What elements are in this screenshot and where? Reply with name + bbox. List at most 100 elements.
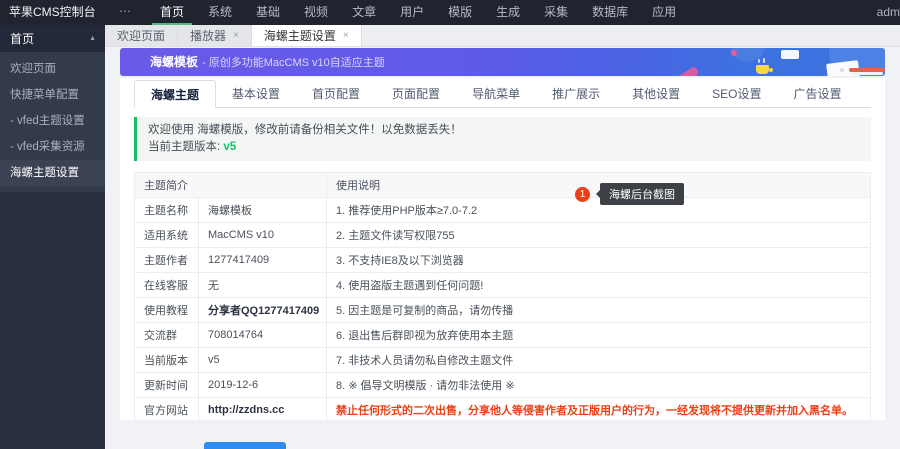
row-value: 708014764 <box>199 323 327 348</box>
sidebar-item[interactable]: 海螺主题设置 <box>0 160 105 186</box>
sidebar-item[interactable]: 快捷菜单配置 <box>0 82 105 108</box>
subtab[interactable]: 海螺主题 <box>134 80 216 108</box>
tooltip: 1 海螺后台截图 <box>575 183 684 205</box>
page-tab[interactable]: 播放器× <box>178 25 252 46</box>
banner-title: 海螺模板 <box>150 55 198 69</box>
table-row: 更新时间2019-12-68. ※ 倡导文明模版 · 请勿非法使用 ※ <box>135 373 871 398</box>
book-icon <box>851 72 883 75</box>
page-tab[interactable]: 欢迎页面 <box>105 25 178 46</box>
version-label: 当前主题版本: <box>148 141 220 153</box>
subtab[interactable]: SEO设置 <box>696 80 777 107</box>
sidebar-menu: 欢迎页面快捷菜单配置- vfed主题设置- vfed采集资源海螺主题设置 <box>0 52 105 192</box>
theme-info-table: 主题简介 使用说明 主题名称海螺模板1. 推荐使用PHP版本≥7.0-7.2适用… <box>134 172 871 423</box>
row-label: 主题作者 <box>135 248 199 273</box>
save-button[interactable]: 保存设置 <box>204 442 286 449</box>
topnav-item[interactable]: 采集 <box>532 0 580 25</box>
more-icon[interactable]: ⋯ <box>105 0 148 25</box>
tooltip-text: 海螺后台截图 <box>600 183 684 205</box>
sidebar-item[interactable]: 欢迎页面 <box>0 56 105 82</box>
steam-icon <box>763 58 765 63</box>
theme-banner: 海螺模板 - 原创多功能MacCMS v10自适应主题 <box>120 48 885 76</box>
row-label: 更新时间 <box>135 373 199 398</box>
table-row: 主题名称海螺模板1. 推荐使用PHP版本≥7.0-7.2 <box>135 198 871 223</box>
row-label: 适用系统 <box>135 223 199 248</box>
tab-label: 海螺主题设置 <box>264 27 336 44</box>
alert-line2: 当前主题版本: v5 <box>148 139 860 156</box>
table-row: 官方网站http://zzdns.cc禁止任何形式的二次出售，分享他人等侵害作者… <box>135 398 871 423</box>
table-row: 交流群7080147646. 退出售后群即视为放弃使用本主题 <box>135 323 871 348</box>
subtab[interactable]: 推广展示 <box>536 80 616 107</box>
page-tab[interactable]: 海螺主题设置 × <box>252 25 362 46</box>
tab-bar: 欢迎页面播放器× 海螺主题设置 × <box>105 25 900 47</box>
row-label: 在线客服 <box>135 273 199 298</box>
row-note: 2. 主题文件读写权限755 <box>327 223 871 248</box>
caret-up-icon: ▲ <box>89 35 96 42</box>
topnav-item[interactable]: 数据库 <box>580 0 640 25</box>
topnav-item[interactable]: 系统 <box>196 0 244 25</box>
backup-alert: 欢迎使用 海螺模版，修改前请备份相关文件！以免数据丢失！ 当前主题版本: v5 <box>134 117 871 161</box>
sidebar-header-label: 首页 <box>10 30 34 47</box>
row-value: 1277417409 <box>199 248 327 273</box>
banner-subtitle: - 原创多功能MacCMS v10自适应主题 <box>202 57 385 69</box>
row-note: 8. ※ 倡导文明模版 · 请勿非法使用 ※ <box>327 373 871 398</box>
topnav-item[interactable]: 应用 <box>640 0 688 25</box>
row-note: 4. 使用盗版主题遇到任何问题! <box>327 273 871 298</box>
version-value: v5 <box>223 141 236 153</box>
sidebar: 首页 ▲ 欢迎页面快捷菜单配置- vfed主题设置- vfed采集资源海螺主题设… <box>0 25 105 449</box>
row-note: 5. 因主题是可复制的商品，请勿传播 <box>327 298 871 323</box>
row-value: 分享者QQ1277417409 <box>199 298 327 323</box>
subtab-bar: 海螺主题基本设置首页配置页面配置导航菜单推广展示其他设置SEO设置广告设置 <box>134 80 871 108</box>
top-nav: 首页系统基础视频文章用户模版生成采集数据库应用 <box>148 0 688 25</box>
topnav-item[interactable]: 视频 <box>292 0 340 25</box>
topbar: 苹果CMS控制台 ⋯ 首页系统基础视频文章用户模版生成采集数据库应用 adm <box>0 0 900 25</box>
row-label: 交流群 <box>135 323 199 348</box>
topnav-item[interactable]: 生成 <box>484 0 532 25</box>
alert-line1: 欢迎使用 海螺模版，修改前请备份相关文件！以免数据丢失！ <box>148 122 860 139</box>
close-icon[interactable]: × <box>343 30 349 41</box>
row-value: http://zzdns.cc <box>199 398 327 423</box>
table-row: 主题作者12774174093. 不支持IE8及以下浏览器 <box>135 248 871 273</box>
app-title: 苹果CMS控制台 <box>0 0 105 25</box>
topnav-item[interactable]: 首页 <box>148 0 196 25</box>
topnav-item[interactable]: 基础 <box>244 0 292 25</box>
settings-card: 海螺主题基本设置首页配置页面配置导航菜单推广展示其他设置SEO设置广告设置 欢迎… <box>120 78 885 420</box>
table-row: 使用教程分享者QQ12774174095. 因主题是可复制的商品，请勿传播 <box>135 298 871 323</box>
subtab[interactable]: 导航菜单 <box>456 80 536 107</box>
subtab[interactable]: 其他设置 <box>616 80 696 107</box>
sidebar-item[interactable]: - vfed主题设置 <box>0 108 105 134</box>
row-value: 海螺模板 <box>199 198 327 223</box>
row-value: 无 <box>199 273 327 298</box>
subtab[interactable]: 页面配置 <box>376 80 456 107</box>
tooltip-arrow-icon <box>592 190 600 198</box>
row-note: 3. 不支持IE8及以下浏览器 <box>327 248 871 273</box>
topnav-item[interactable]: 用户 <box>388 0 436 25</box>
sidebar-item[interactable]: - vfed采集资源 <box>0 134 105 160</box>
row-value: 2019-12-6 <box>199 373 327 398</box>
main-area: 欢迎页面播放器× 海螺主题设置 × 海螺模板 - 原创多功能MacCMS v10自适应… <box>105 25 900 449</box>
row-note: 禁止任何形式的二次出售，分享他人等侵害作者及正版用户的行为，一经发现将不提供更新… <box>327 398 871 423</box>
pink-dot-icon <box>731 50 737 56</box>
subtab[interactable]: 首页配置 <box>296 80 376 107</box>
tab-label: 欢迎页面 <box>117 27 165 44</box>
table-row: 在线客服无4. 使用盗版主题遇到任何问题! <box>135 273 871 298</box>
steam-icon <box>758 59 760 63</box>
table-row: 当前版本v57. 非技术人员请勿私自修改主题文件 <box>135 348 871 373</box>
close-icon[interactable]: × <box>233 30 239 41</box>
topnav-item[interactable]: 文章 <box>340 0 388 25</box>
row-label: 官方网站 <box>135 398 199 423</box>
table-row: 适用系统MacCMS v102. 主题文件读写权限755 <box>135 223 871 248</box>
row-label: 使用教程 <box>135 298 199 323</box>
row-label: 主题名称 <box>135 198 199 223</box>
row-label: 当前版本 <box>135 348 199 373</box>
row-value: MacCMS v10 <box>199 223 327 248</box>
row-note: 6. 退出售后群即视为放弃使用本主题 <box>327 323 871 348</box>
user-name[interactable]: adm <box>877 0 900 25</box>
row-value: v5 <box>199 348 327 373</box>
table-header-row: 主题简介 使用说明 <box>135 173 871 198</box>
col-header-intro: 主题简介 <box>135 173 327 198</box>
hint-badge-icon[interactable]: 1 <box>575 187 590 202</box>
subtab[interactable]: 基本设置 <box>216 80 296 107</box>
topnav-item[interactable]: 模版 <box>436 0 484 25</box>
sidebar-header[interactable]: 首页 ▲ <box>0 25 105 52</box>
subtab[interactable]: 广告设置 <box>777 80 857 107</box>
